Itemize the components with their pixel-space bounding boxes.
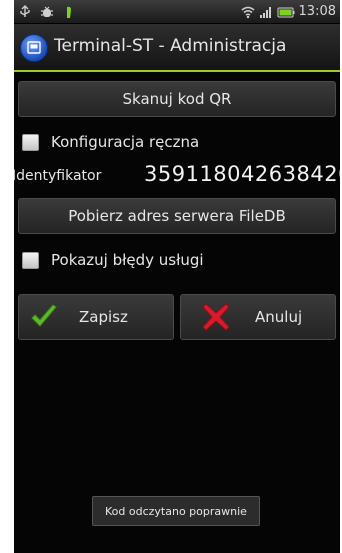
save-label: Zapisz [79, 308, 128, 326]
battery-icon [277, 7, 295, 17]
identifier-label: Identyfikator [14, 168, 102, 184]
terminal-icon [27, 41, 41, 54]
toast-message: Kod odczytano poprawnie [92, 496, 260, 526]
fetch-server-button[interactable]: Pobierz adres serwera FileDB [18, 198, 336, 234]
show-errors-label: Pokazuj błędy usługi [51, 251, 204, 269]
status-right-icons: 13:08 [241, 2, 336, 21]
save-button[interactable]: Zapisz [18, 294, 174, 340]
status-left-icons [18, 3, 76, 20]
identifier-value: 359118042638426 [144, 162, 340, 186]
phone-screen: 13:08 Terminal-ST - Administracja Skanuj… [14, 0, 340, 553]
debug-icon [41, 6, 53, 17]
show-errors-row[interactable]: Pokazuj błędy usługi [22, 247, 204, 273]
checkmark-icon [31, 304, 57, 327]
cross-icon [202, 303, 230, 331]
manual-config-checkbox[interactable] [22, 133, 39, 151]
usb-icon [20, 4, 30, 17]
manual-config-row[interactable]: Konfiguracja ręczna [22, 129, 199, 155]
cancel-button[interactable]: Anuluj [180, 294, 336, 340]
signal-icon [259, 6, 271, 18]
battery-low-icon [67, 6, 71, 18]
status-time: 13:08 [298, 4, 336, 19]
app-icon [20, 34, 48, 62]
scan-qr-button[interactable]: Skanuj kod QR [18, 81, 336, 117]
show-errors-checkbox[interactable] [22, 251, 39, 269]
wifi-icon [241, 6, 255, 18]
manual-config-label: Konfiguracja ręczna [51, 133, 200, 151]
status-bar: 13:08 [14, 0, 340, 24]
cancel-label: Anuluj [255, 308, 303, 326]
title-bar: Terminal-ST - Administracja [14, 24, 340, 72]
app-title: Terminal-ST - Administracja [54, 36, 287, 56]
